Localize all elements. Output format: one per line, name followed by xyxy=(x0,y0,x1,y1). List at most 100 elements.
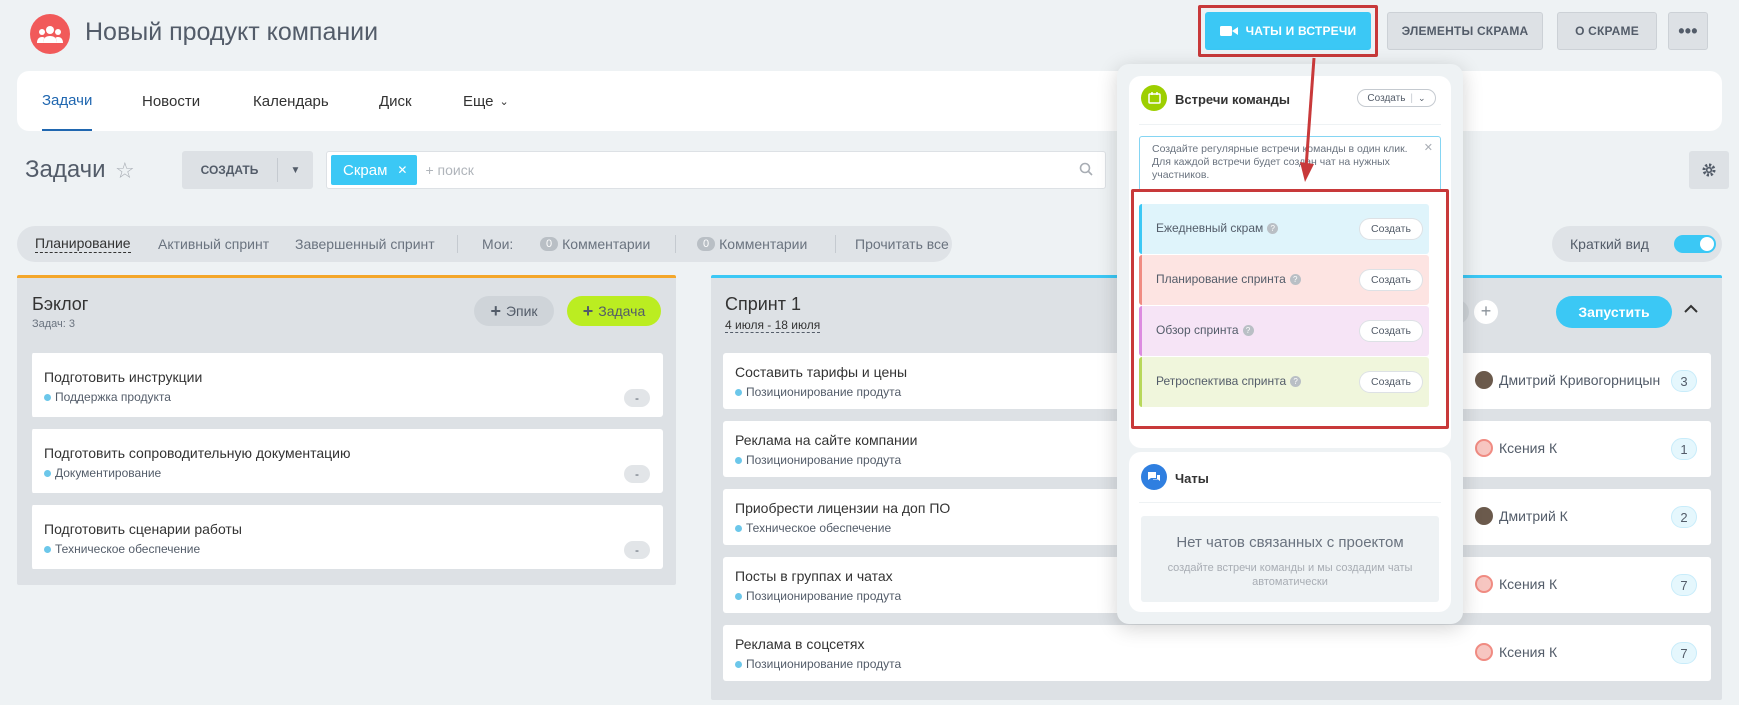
video-camera-icon xyxy=(1219,26,1238,36)
story-points-badge[interactable]: - xyxy=(624,465,650,483)
create-meeting-dropdown[interactable]: Создать | ⌄ xyxy=(1357,89,1436,107)
assignee[interactable]: Ксения К xyxy=(1475,643,1557,661)
chevron-up-icon[interactable] xyxy=(1683,298,1699,319)
backlog-item[interactable]: Подготовить инструкции Поддержка продукт… xyxy=(30,353,663,417)
story-points-badge[interactable]: - xyxy=(624,541,650,559)
annotation-arrow-icon xyxy=(1300,57,1316,182)
tab-calendar[interactable]: Календарь xyxy=(253,71,329,131)
epic-tag[interactable]: Техническое обеспечение xyxy=(735,521,891,535)
divider xyxy=(675,235,676,253)
epic-tag[interactable]: Поддержка продукта xyxy=(44,390,171,404)
favorite-star-icon[interactable]: ☆ xyxy=(115,158,135,184)
chats-section: Чаты Нет чатов связанных с проектом созд… xyxy=(1129,452,1451,612)
story-points-badge[interactable]: 7 xyxy=(1671,642,1697,664)
create-button[interactable]: СОЗДАТЬ ▼ xyxy=(182,151,313,189)
epic-tag-label: Техническое обеспечение xyxy=(55,542,201,556)
about-scrum-button[interactable]: О СКРАМЕ xyxy=(1557,12,1657,50)
chats-meetings-button[interactable]: ЧАТЫ И ВСТРЕЧИ xyxy=(1205,12,1371,50)
comments-count-badge: 0 xyxy=(697,237,716,251)
avatar xyxy=(1475,507,1493,525)
backlog-item[interactable]: Подготовить сопроводительную документаци… xyxy=(30,429,663,493)
no-chats-placeholder: Нет чатов связанных с проектом создайте … xyxy=(1141,516,1439,602)
epic-dot-icon xyxy=(735,660,742,668)
brief-view-toggle[interactable] xyxy=(1674,235,1716,253)
caret-down-icon[interactable]: ▼ xyxy=(278,165,313,176)
tab-news[interactable]: Новости xyxy=(142,71,200,131)
project-avatar-icon[interactable] xyxy=(30,14,70,54)
sprint-title[interactable]: Спринт 1 xyxy=(725,294,801,315)
tab-disk[interactable]: Диск xyxy=(379,71,412,131)
more-menu-button[interactable]: ••• xyxy=(1668,12,1708,50)
divider xyxy=(457,235,458,253)
add-epic-button[interactable]: + Эпик xyxy=(474,296,554,326)
assignee[interactable]: Ксения К xyxy=(1475,575,1557,593)
team-meetings-title: Встречи команды xyxy=(1175,92,1290,107)
meeting-calendar-icon xyxy=(1141,85,1167,111)
comments-counter-1[interactable]: 0 Комментарии xyxy=(540,226,650,262)
filter-tag-scrum[interactable]: Скрам ✕ xyxy=(331,155,418,185)
backlog-title: Бэклог xyxy=(32,294,89,314)
search-input[interactable]: + поиск xyxy=(425,162,473,178)
sprint-item[interactable]: Реклама в соцсетях Позиционирование прод… xyxy=(723,625,1711,681)
backlog-item[interactable]: Подготовить сценарии работы Техническое … xyxy=(30,505,663,569)
epic-tag[interactable]: Позиционирование продута xyxy=(735,385,901,399)
epic-tag-label: Поддержка продукта xyxy=(55,390,171,404)
assignee-name: Ксения К xyxy=(1499,440,1558,456)
task-title: Приобрести лицензии на доп ПО xyxy=(735,500,951,516)
add-task-label: Задача xyxy=(598,303,646,319)
tab-more[interactable]: Еще ⌄ xyxy=(463,71,509,131)
scrum-view-filter-bar: Планирование Активный спринт Завершенный… xyxy=(17,226,952,262)
epic-tag[interactable]: Техническое обеспечение xyxy=(44,542,200,556)
epic-dot-icon xyxy=(735,592,742,600)
scrum-elements-button[interactable]: ЭЛЕМЕНТЫ СКРАМА xyxy=(1387,12,1543,50)
brief-view-control: Краткий вид xyxy=(1552,226,1722,262)
epic-tag[interactable]: Позиционирование продута xyxy=(735,453,901,467)
add-task-plus-icon[interactable]: + xyxy=(1474,300,1498,324)
meetings-highlight-frame xyxy=(1131,189,1449,429)
read-all-link[interactable]: Прочитать все xyxy=(855,226,949,262)
chats-meetings-label: ЧАТЫ И ВСТРЕЧИ xyxy=(1245,24,1357,38)
search-filter-box[interactable]: Скрам ✕ + поиск xyxy=(326,151,1106,189)
comments-counter-2[interactable]: 0 Комментарии xyxy=(697,226,807,262)
story-points-badge[interactable]: 1 xyxy=(1671,438,1697,460)
filter-planning[interactable]: Планирование xyxy=(35,226,131,262)
task-title: Подготовить инструкции xyxy=(44,369,203,385)
story-points-badge[interactable]: 2 xyxy=(1671,506,1697,528)
chats-title: Чаты xyxy=(1175,471,1209,486)
comments-count-badge: 0 xyxy=(540,237,559,251)
assignee[interactable]: Дмитрий К xyxy=(1475,507,1568,525)
assignee[interactable]: Ксения К xyxy=(1475,439,1557,457)
assignee[interactable]: Дмитрий Кривогорницын xyxy=(1475,371,1660,389)
page-title: Задачи xyxy=(25,156,106,183)
epic-tag-label: Позиционирование продута xyxy=(746,657,902,671)
epic-tag[interactable]: Позиционирование продута xyxy=(735,589,901,603)
epic-tag-label: Техническое обеспечение xyxy=(746,521,892,535)
avatar xyxy=(1475,643,1493,661)
toggle-knob xyxy=(1700,237,1714,251)
mine-label: Мои: xyxy=(482,236,514,252)
divider: | xyxy=(1410,92,1414,104)
story-points-badge[interactable]: 3 xyxy=(1671,370,1697,392)
search-icon[interactable] xyxy=(1079,162,1093,179)
backlog-task-count: Задач: 3 xyxy=(32,318,76,330)
start-sprint-button[interactable]: Запустить xyxy=(1556,296,1672,328)
epic-tag[interactable]: Позиционирование продута xyxy=(735,657,901,671)
sprint-dates[interactable]: 4 июля - 18 июля xyxy=(725,318,821,333)
epic-dot-icon xyxy=(735,524,742,532)
task-title: Посты в группах и чатах xyxy=(735,568,893,584)
filter-finished-sprint[interactable]: Завершенный спринт xyxy=(295,226,435,262)
tab-tasks[interactable]: Задачи xyxy=(42,71,93,131)
assignee-name: Дмитрий К xyxy=(1499,508,1568,524)
story-points-badge[interactable]: - xyxy=(624,389,650,407)
chevron-down-icon: ⌄ xyxy=(499,95,509,108)
close-icon[interactable]: ✕ xyxy=(397,163,407,177)
create-meeting-label: Создать xyxy=(1367,92,1406,104)
close-icon[interactable]: ✕ xyxy=(1424,142,1433,155)
epic-tag[interactable]: Документирование xyxy=(44,466,161,480)
story-points-badge[interactable]: 7 xyxy=(1671,574,1697,596)
filter-active-sprint[interactable]: Активный спринт xyxy=(158,226,269,262)
settings-gear-icon[interactable] xyxy=(1689,151,1729,189)
add-task-button[interactable]: + Задача xyxy=(567,296,661,326)
add-epic-label: Эпик xyxy=(505,303,538,319)
meetings-hint-text: Создайте регулярные встречи команды в од… xyxy=(1152,143,1408,181)
